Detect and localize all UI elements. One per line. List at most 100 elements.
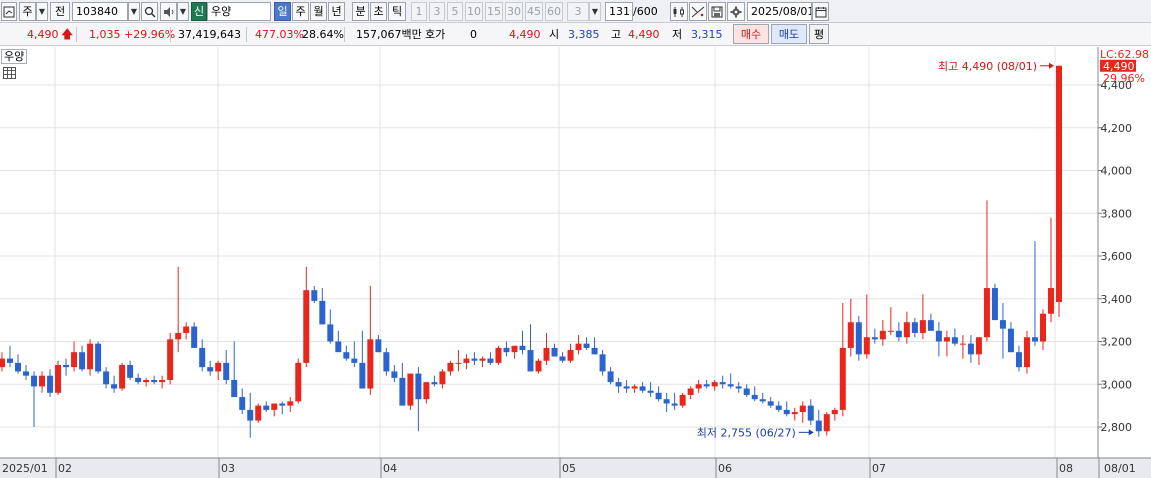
- candle-body: [207, 367, 214, 372]
- gear-icon[interactable]: [727, 2, 745, 21]
- chart-canvas[interactable]: 2,800 3,000 3,200 3,400 3,600 3,800 4,000 4,200…: [0, 47, 1151, 478]
- stock-code-input[interactable]: 103840: [72, 2, 128, 21]
- candle-body: [839, 347, 846, 410]
- candle-body: [407, 373, 414, 406]
- candle-body: [855, 322, 862, 355]
- candle-body: [1047, 288, 1054, 314]
- calendar-icon[interactable]: [812, 2, 829, 21]
- candle-body: [735, 386, 742, 389]
- candle-body: [1023, 337, 1030, 368]
- interval-button-1[interactable]: 1: [411, 2, 427, 21]
- candle-body: [519, 345, 526, 351]
- custom-interval-dropdown[interactable]: ▼: [589, 2, 601, 21]
- candle-body: [1007, 328, 1014, 353]
- save-icon[interactable]: [708, 2, 726, 21]
- period-tab-week[interactable]: 주: [292, 2, 309, 21]
- date-input[interactable]: 2025/08/01: [747, 2, 812, 21]
- stock-code-dropdown[interactable]: ▼: [128, 2, 140, 21]
- candle-body: [351, 358, 358, 363]
- y-tick-label: 4,200: [1101, 122, 1133, 135]
- candle-body: [343, 352, 350, 359]
- candle-body: [623, 386, 630, 389]
- x-tick-label: 06: [718, 462, 732, 475]
- buy-button[interactable]: 매수: [733, 24, 769, 44]
- candle-body: [255, 405, 262, 421]
- candle-body: [567, 350, 574, 361]
- interval-button-45[interactable]: 45: [525, 2, 543, 21]
- interval-button-60[interactable]: 60: [545, 2, 563, 21]
- candle-body: [103, 371, 110, 385]
- market-type-dropdown[interactable]: ▼: [36, 2, 48, 21]
- interval-button-15[interactable]: 15: [485, 2, 503, 21]
- candle-body: [167, 339, 174, 380]
- y-tick-label: 3,400: [1101, 293, 1133, 306]
- data-count-input[interactable]: 131: [605, 2, 633, 21]
- period-tab-minute[interactable]: 분: [352, 2, 369, 21]
- x-tick-label: 05: [562, 462, 576, 475]
- chart-stock-label: 우양: [1, 49, 28, 64]
- current-price: 4,490: [27, 28, 59, 41]
- x-tick-label: 03: [221, 462, 235, 475]
- low-label: 저: [672, 28, 683, 41]
- candle-body: [311, 290, 318, 301]
- sell-button[interactable]: 매도: [771, 24, 807, 44]
- candle-body: [783, 409, 790, 415]
- prev-button[interactable]: 전: [50, 2, 70, 21]
- interval-button-3[interactable]: 3: [429, 2, 445, 21]
- candle-body: [215, 362, 222, 372]
- candle-body: [79, 352, 86, 370]
- candle-body: [751, 394, 758, 400]
- search-icon[interactable]: [141, 2, 158, 21]
- avg-button[interactable]: 평: [809, 24, 829, 44]
- period-tab-day[interactable]: 일: [274, 2, 291, 21]
- realtime-badge: 신: [191, 2, 207, 21]
- period-tab-year[interactable]: 년: [328, 2, 345, 21]
- candle-body: [47, 375, 54, 393]
- speaker-dropdown[interactable]: ▼: [177, 2, 189, 21]
- candle-body: [959, 343, 966, 345]
- candle-body: [647, 390, 654, 393]
- candle-body: [543, 347, 550, 361]
- candle-body: [879, 330, 886, 340]
- candle-body: [991, 288, 998, 321]
- candlestick-chart[interactable]: 2,800 3,000 3,200 3,400 3,600 3,800 4,000 4,200…: [0, 47, 1151, 478]
- candle-body: [599, 354, 606, 372]
- speaker-icon[interactable]: [160, 2, 177, 21]
- period-tab-month[interactable]: 월: [310, 2, 327, 21]
- x-tick-label: 08/01: [1104, 462, 1136, 475]
- custom-interval-field[interactable]: 3: [567, 2, 589, 21]
- stock-name-field[interactable]: 우양: [207, 2, 271, 21]
- candle-body: [927, 320, 934, 331]
- y-tick-label: 3,800: [1101, 207, 1133, 220]
- candle-body: [615, 382, 622, 387]
- candle-body: [575, 343, 582, 351]
- candle-body: [223, 362, 230, 380]
- chart-menu-icon[interactable]: [1, 2, 17, 21]
- candle-body: [487, 358, 494, 363]
- candle-body: [1031, 337, 1038, 342]
- candle-tool-icon[interactable]: [670, 2, 688, 21]
- candle-body: [143, 379, 150, 383]
- candle-body: [55, 365, 62, 393]
- candle-body: [479, 358, 486, 361]
- candle-body: [471, 358, 478, 361]
- grid-table-icon[interactable]: [3, 67, 16, 79]
- interval-button-5[interactable]: 5: [447, 2, 463, 21]
- candle-body: [975, 337, 982, 355]
- candle-body: [335, 341, 342, 353]
- candle-body: [431, 382, 438, 385]
- crosshair-icon[interactable]: [689, 2, 707, 21]
- interval-button-30[interactable]: 30: [505, 2, 523, 21]
- period-tab-tick[interactable]: 틱: [388, 2, 406, 21]
- candle-body: [295, 362, 302, 402]
- candle-body: [87, 343, 94, 370]
- market-type-select[interactable]: 주: [19, 2, 36, 21]
- candle-body: [799, 405, 806, 413]
- candle-body: [703, 384, 710, 387]
- candle-body: [903, 322, 910, 338]
- candle-body: [791, 412, 798, 415]
- candle-body: [319, 300, 326, 325]
- period-tab-second[interactable]: 초: [370, 2, 387, 21]
- candle-body: [95, 343, 102, 372]
- interval-button-10[interactable]: 10: [465, 2, 483, 21]
